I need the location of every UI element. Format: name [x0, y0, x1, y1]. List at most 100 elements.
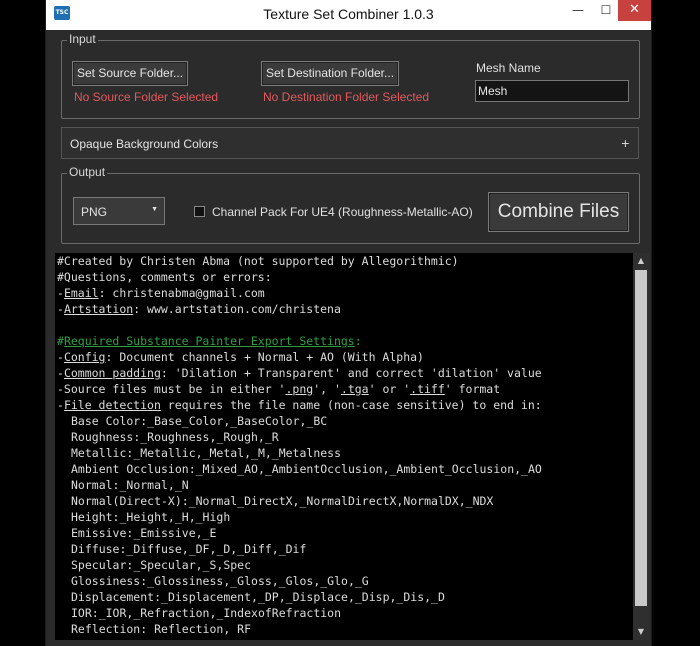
config-key: Config	[63, 350, 106, 364]
mesh-name-label: Mesh Name	[476, 61, 541, 75]
map-name: Height	[71, 510, 113, 524]
title-bar: TSC Texture Set Combiner 1.0.3 — ☐ ✕	[46, 0, 651, 30]
map-suffixes: : Reflection, RF	[140, 622, 252, 636]
format-tiff: .tiff	[410, 382, 445, 396]
console-line-detection: -File detection requires the file name (…	[57, 398, 542, 412]
detection-value: requires the file name (non-case sensiti…	[160, 398, 542, 412]
map-name: Emissive	[71, 526, 127, 540]
map-suffixes: :_Glossiness,_Gloss,_Glos,_Glo,_G	[140, 574, 369, 588]
output-group-legend: Output	[67, 165, 108, 179]
map-line: IOR:_IOR,_Refraction,_IndexofRefraction	[55, 605, 633, 621]
formats-sep: ' or '	[368, 382, 411, 396]
map-suffixes: :_Base_Color,_BaseColor,_BC	[140, 414, 328, 428]
opaque-background-colors-label: Opaque Background Colors	[70, 137, 219, 151]
output-group: Output PNG ▼ Channel Pack For UE4 (Rough…	[61, 165, 640, 244]
source-folder-status: No Source Folder Selected	[74, 90, 219, 104]
chevron-down-icon: ▼	[151, 206, 158, 213]
heading-prefix: #	[57, 334, 64, 348]
map-suffixes: :_Height,_H,_High	[112, 510, 231, 524]
map-suffixes: :_Normal_DirectX,_NormalDirectX,NormalDX…	[181, 494, 494, 508]
map-line: Normal(Direct-X):_Normal_DirectX,_Normal…	[55, 493, 633, 509]
map-name: Displacement	[71, 590, 155, 604]
map-line: Glossiness:_Glossiness,_Gloss,_Glos,_Glo…	[55, 573, 633, 589]
map-line: Ambient Occlusion:_Mixed_AO,_AmbientOccl…	[55, 461, 633, 477]
map-line: Normal:_Normal,_N	[55, 477, 633, 493]
map-line: Height:_Height,_H,_High	[55, 509, 633, 525]
console-line: #Created by Christen Abma (not supported…	[57, 254, 459, 268]
map-line: Reflection: Reflection, RF	[55, 621, 633, 637]
console-scrollbar[interactable]: ▲ ▼	[633, 253, 649, 640]
console-line-email: -Email: christenabma@gmail.com	[57, 286, 265, 300]
map-line: Roughness:_Roughness,_Rough,_R	[55, 429, 633, 445]
map-name: Metallic	[71, 446, 127, 460]
minimize-button[interactable]: —	[565, 0, 591, 21]
channel-pack-checkbox[interactable]	[194, 206, 205, 217]
map-suffixes: :_Emissive,_E	[126, 526, 217, 540]
destination-folder-status: No Destination Folder Selected	[263, 90, 430, 104]
map-name: Normal	[71, 478, 113, 492]
email-key: Email	[63, 286, 99, 300]
set-destination-folder-button[interactable]: Set Destination Folder...	[261, 61, 399, 86]
artstation-value: : www.artstation.com/christena	[133, 302, 341, 316]
map-line: Diffuse:_Diffuse,_DF,_D,_Diff,_Dif	[55, 541, 633, 557]
console-heading: #Required Substance Painter Export Setti…	[55, 333, 633, 349]
formats-suffix: ' format	[444, 382, 501, 396]
input-group-legend: Input	[67, 32, 98, 46]
console-line-config: -Config: Document channels + Normal + AO…	[57, 350, 424, 364]
map-suffixes: :_Specular,_S,Spec	[126, 558, 252, 572]
opaque-background-colors-section[interactable]: Opaque Background Colors +	[61, 127, 639, 159]
map-name: IOR	[71, 606, 92, 620]
output-format-select[interactable]: PNG ▼	[73, 197, 165, 225]
map-line: Base Color:_Base_Color,_BaseColor,_BC	[55, 413, 633, 429]
output-format-value: PNG	[81, 205, 108, 219]
scroll-up-icon[interactable]: ▲	[633, 253, 649, 269]
detection-key: File detection	[63, 398, 161, 412]
heading-suffix: :	[354, 334, 362, 348]
map-line: Emissive:_Emissive,_E	[55, 525, 633, 541]
map-name: Roughness	[71, 430, 134, 444]
window-title: Texture Set Combiner 1.0.3	[263, 6, 434, 22]
map-name: Specular	[71, 558, 127, 572]
input-group: Input Set Source Folder... No Source Fol…	[61, 32, 640, 119]
padding-value: : 'Dilation + Transparent' and correct '…	[160, 366, 542, 380]
combine-files-button[interactable]: Combine Files	[488, 192, 629, 232]
mesh-name-input[interactable]: Mesh	[475, 80, 629, 102]
map-suffixes: :_Displacement,_DP,_Displace,_Disp,_Dis,…	[154, 590, 445, 604]
map-suffixes: :_Metallic,_Metal,_M,_Metalness	[126, 446, 342, 460]
formats-sep: ', '	[313, 382, 341, 396]
close-button[interactable]: ✕	[618, 0, 651, 21]
console-line-formats: -Source files must be in either '.png', …	[55, 381, 633, 397]
map-suffixes: :_Normal,_N	[112, 478, 189, 492]
map-name: Ambient Occlusion	[71, 462, 189, 476]
padding-key: Common padding	[63, 366, 161, 380]
map-suffixes: :_IOR,_Refraction,_IndexofRefraction	[91, 606, 342, 620]
format-png: .png	[285, 382, 314, 396]
console-line-padding: -Common padding: 'Dilation + Transparent…	[57, 366, 542, 380]
map-line: Displacement:_Displacement,_DP,_Displace…	[55, 589, 633, 605]
info-console[interactable]: #Created by Christen Abma (not supported…	[55, 253, 633, 640]
map-suffixes: :_Mixed_AO,_AmbientOcclusion,_Ambient_Oc…	[188, 462, 542, 476]
map-name: Normal(Direct-X)	[71, 494, 182, 508]
map-name: Diffuse	[71, 542, 120, 556]
map-line: Metallic:_Metallic,_Metal,_M,_Metalness	[55, 445, 633, 461]
map-name: Reflection	[71, 622, 141, 636]
set-source-folder-button[interactable]: Set Source Folder...	[72, 61, 188, 86]
map-line: Specular:_Specular,_S,Spec	[55, 557, 633, 573]
map-name: Base Color	[71, 414, 141, 428]
console-line-artstation: -Artstation: www.artstation.com/christen…	[57, 302, 341, 316]
scroll-down-icon[interactable]: ▼	[633, 624, 649, 640]
map-name: Glossiness	[71, 574, 141, 588]
maximize-button[interactable]: ☐	[593, 0, 619, 21]
formats-prefix: -Source files must be in either '	[57, 382, 286, 396]
map-suffixes: :_Diffuse,_DF,_D,_Diff,_Dif	[119, 542, 307, 556]
heading-text: Required Substance Painter Export Settin…	[63, 334, 355, 348]
scroll-thumb[interactable]	[635, 270, 647, 606]
config-value: : Document channels + Normal + AO (With …	[105, 350, 424, 364]
map-suffixes: :_Roughness,_Rough,_R	[133, 430, 279, 444]
channel-pack-label: Channel Pack For UE4 (Roughness-Metallic…	[212, 205, 473, 219]
email-value: : christenabma@gmail.com	[98, 286, 265, 300]
app-window: TSC Texture Set Combiner 1.0.3 — ☐ ✕ Inp…	[45, 0, 652, 646]
expand-icon[interactable]: +	[621, 137, 630, 150]
artstation-key: Artstation	[63, 302, 134, 316]
